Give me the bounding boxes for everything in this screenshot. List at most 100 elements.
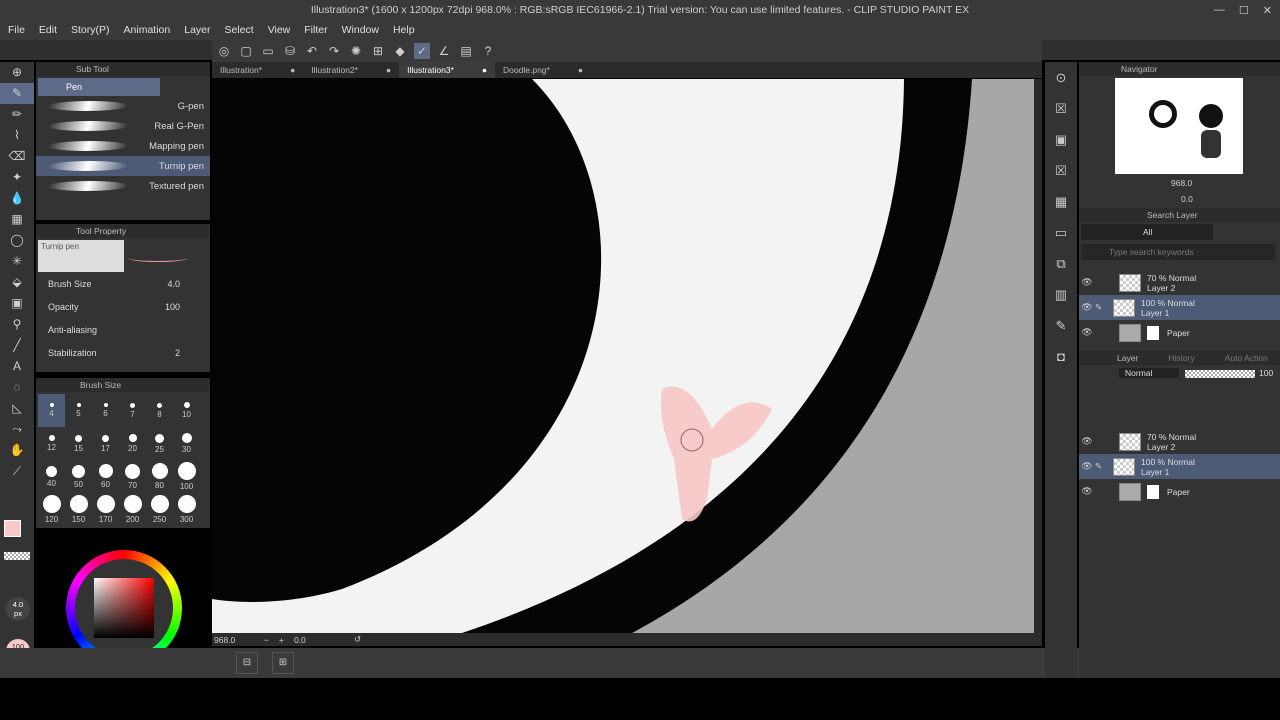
decoration-tool-icon[interactable]: ✦ [0, 167, 34, 188]
brush-size-cell[interactable]: 250 [146, 493, 173, 526]
tab-close-icon[interactable]: ● [482, 62, 487, 78]
new-file-icon[interactable]: ▢ [238, 43, 254, 59]
navigator-angle[interactable]: 0.0 [1181, 194, 1193, 204]
tab-history[interactable]: History [1168, 351, 1194, 365]
zoom-value[interactable]: 968.0 [214, 635, 254, 645]
eraser-tool-icon[interactable]: ⌫ [0, 146, 34, 167]
fill-tool-icon[interactable]: ⬙ [0, 272, 34, 293]
brush-size-cell[interactable]: 150 [65, 493, 92, 526]
grid-icon[interactable]: ▤ [458, 43, 474, 59]
menu-filter[interactable]: Filter [304, 24, 327, 36]
brush-size-cell[interactable]: 50 [65, 460, 92, 493]
brush-size-cell[interactable]: 5 [65, 394, 92, 427]
brush-size-cell[interactable]: 30 [173, 427, 200, 460]
open-folder-icon[interactable]: ▭ [260, 43, 276, 59]
sub-tool-group-tab[interactable]: Pen [38, 78, 160, 96]
brush-size-cell[interactable]: 10 [173, 394, 200, 427]
save-icon[interactable]: ⛁ [282, 43, 298, 59]
tab-illustration3[interactable]: Illustration3* ● [399, 62, 496, 78]
tab-doodle[interactable]: Doodle.png* ● [495, 62, 591, 78]
zoom-in-icon[interactable]: + [279, 635, 284, 645]
tab-illustration2[interactable]: Illustration2* ● [303, 62, 399, 78]
menu-story[interactable]: Story(P) [71, 24, 110, 36]
drawing-canvas[interactable] [212, 79, 1034, 633]
brush-size-cell[interactable]: 120 [38, 493, 65, 526]
correct-line-tool-icon[interactable]: ⤳ [0, 419, 34, 440]
line-tool-icon[interactable]: ╱ [0, 335, 34, 356]
snap-icon[interactable]: ✓ [414, 43, 430, 59]
menu-edit[interactable]: Edit [39, 24, 57, 36]
undo-icon[interactable]: ↶ [304, 43, 320, 59]
brush-size-cell[interactable]: 170 [92, 493, 119, 526]
brush-size-cell[interactable]: 60 [92, 460, 119, 493]
stabilization-row[interactable]: Stabilization 2 [36, 341, 210, 364]
tab-layer[interactable]: Layer [1117, 351, 1138, 365]
opacity-slider[interactable] [1185, 370, 1255, 378]
item-bank-icon[interactable]: ▣ [1045, 124, 1077, 155]
visibility-eye-icon[interactable]: 👁 [1079, 436, 1095, 447]
angle-value[interactable]: 0.0 [294, 635, 344, 645]
search-layer-row[interactable]: 👁 70 % Normal Layer 2 [1079, 270, 1280, 295]
brush-size-row[interactable]: Brush Size 4.0 [36, 272, 210, 295]
balloon-tool-icon[interactable]: ◌ [0, 377, 34, 398]
help-icon[interactable]: ? [480, 43, 496, 59]
menu-animation[interactable]: Animation [124, 24, 171, 36]
brush-size-cell[interactable]: 12 [38, 427, 65, 460]
visibility-eye-icon[interactable]: 👁 [1079, 327, 1095, 338]
tab-illustration[interactable]: Illustration* ● [212, 62, 303, 78]
canvas-scrollbar-v[interactable] [1034, 79, 1042, 633]
tab-close-icon[interactable]: ● [578, 62, 583, 78]
fill-icon[interactable]: ◆ [392, 43, 408, 59]
visibility-eye-icon[interactable]: 👁 [1079, 277, 1095, 288]
brush-size-cell[interactable]: 4 [38, 394, 65, 427]
minimize-button[interactable]: — [1214, 4, 1225, 16]
camera-icon[interactable]: ◘ [1045, 341, 1077, 372]
brush-mapping-pen[interactable]: Mapping pen [36, 136, 210, 156]
zoom-out-icon[interactable]: − [264, 635, 269, 645]
settings-icon[interactable]: ✺ [348, 43, 364, 59]
menu-layer[interactable]: Layer [184, 24, 210, 36]
search-layer-row[interactable]: 👁 ✎ 100 % Normal Layer 1 [1079, 295, 1280, 320]
search-layer-row[interactable]: 👁 Paper [1079, 320, 1280, 345]
layer-row[interactable]: 👁 70 % Normal Layer 2 [1079, 429, 1280, 454]
maximize-button[interactable]: ☐ [1239, 4, 1249, 17]
brush-size-cell[interactable]: 8 [146, 394, 173, 427]
brush-size-cell[interactable]: 17 [92, 427, 119, 460]
close-button[interactable]: ✕ [1263, 4, 1272, 17]
menu-view[interactable]: View [268, 24, 291, 36]
brush-size-cell[interactable]: 70 [119, 460, 146, 493]
clip-studio-icon[interactable]: ◎ [216, 43, 232, 59]
brush-size-cell[interactable]: 25 [146, 427, 173, 460]
opacity-row[interactable]: Opacity 100 [36, 295, 210, 318]
brush-turnip-pen[interactable]: Turnip pen [36, 156, 210, 176]
saturation-square[interactable] [94, 578, 154, 638]
layer-row[interactable]: 👁 Paper [1079, 479, 1280, 504]
blend-mode-select[interactable]: Normal [1119, 368, 1179, 378]
brush-gpen[interactable]: G-pen [36, 96, 210, 116]
auto-select-tool-icon[interactable]: ✳ [0, 251, 34, 272]
brush-size-cell[interactable]: 40 [38, 460, 65, 493]
visibility-eye-icon[interactable]: 👁 [1079, 461, 1095, 472]
brush-size-cell[interactable]: 200 [119, 493, 146, 526]
tab-auto-action[interactable]: Auto Action [1225, 351, 1268, 365]
menu-select[interactable]: Select [225, 24, 254, 36]
tab-close-icon[interactable]: ● [386, 62, 391, 78]
menu-help[interactable]: Help [393, 24, 415, 36]
ruler-icon[interactable]: ∠ [436, 43, 452, 59]
animation-icon[interactable]: ⊞ [272, 652, 294, 674]
brush-size-cell[interactable]: 300 [173, 493, 200, 526]
tab-close-icon[interactable]: ● [290, 62, 295, 78]
zoom-tool-icon[interactable]: ⊕ [0, 62, 34, 83]
sub-view-icon[interactable]: ▭ [1045, 217, 1077, 248]
layer-property-icon[interactable]: ⧉ [1045, 248, 1077, 279]
antialias-row[interactable]: Anti-aliasing [36, 318, 210, 341]
timeline-icon[interactable]: ⊟ [236, 652, 258, 674]
brush-size-cell[interactable]: 100 [173, 460, 200, 493]
layer-row[interactable]: 👁 ✎ 100 % Normal Layer 1 [1079, 454, 1280, 479]
layer-filter-select[interactable]: All [1081, 224, 1213, 240]
blend-tool-icon[interactable]: 💧 [0, 188, 34, 209]
rotate-icon[interactable]: ↺ [354, 634, 361, 645]
stabilization-value[interactable]: 2 [175, 348, 180, 358]
gradient-tool-icon[interactable]: ▣ [0, 293, 34, 314]
picker-tool-icon[interactable]: ⟋ [0, 461, 34, 482]
